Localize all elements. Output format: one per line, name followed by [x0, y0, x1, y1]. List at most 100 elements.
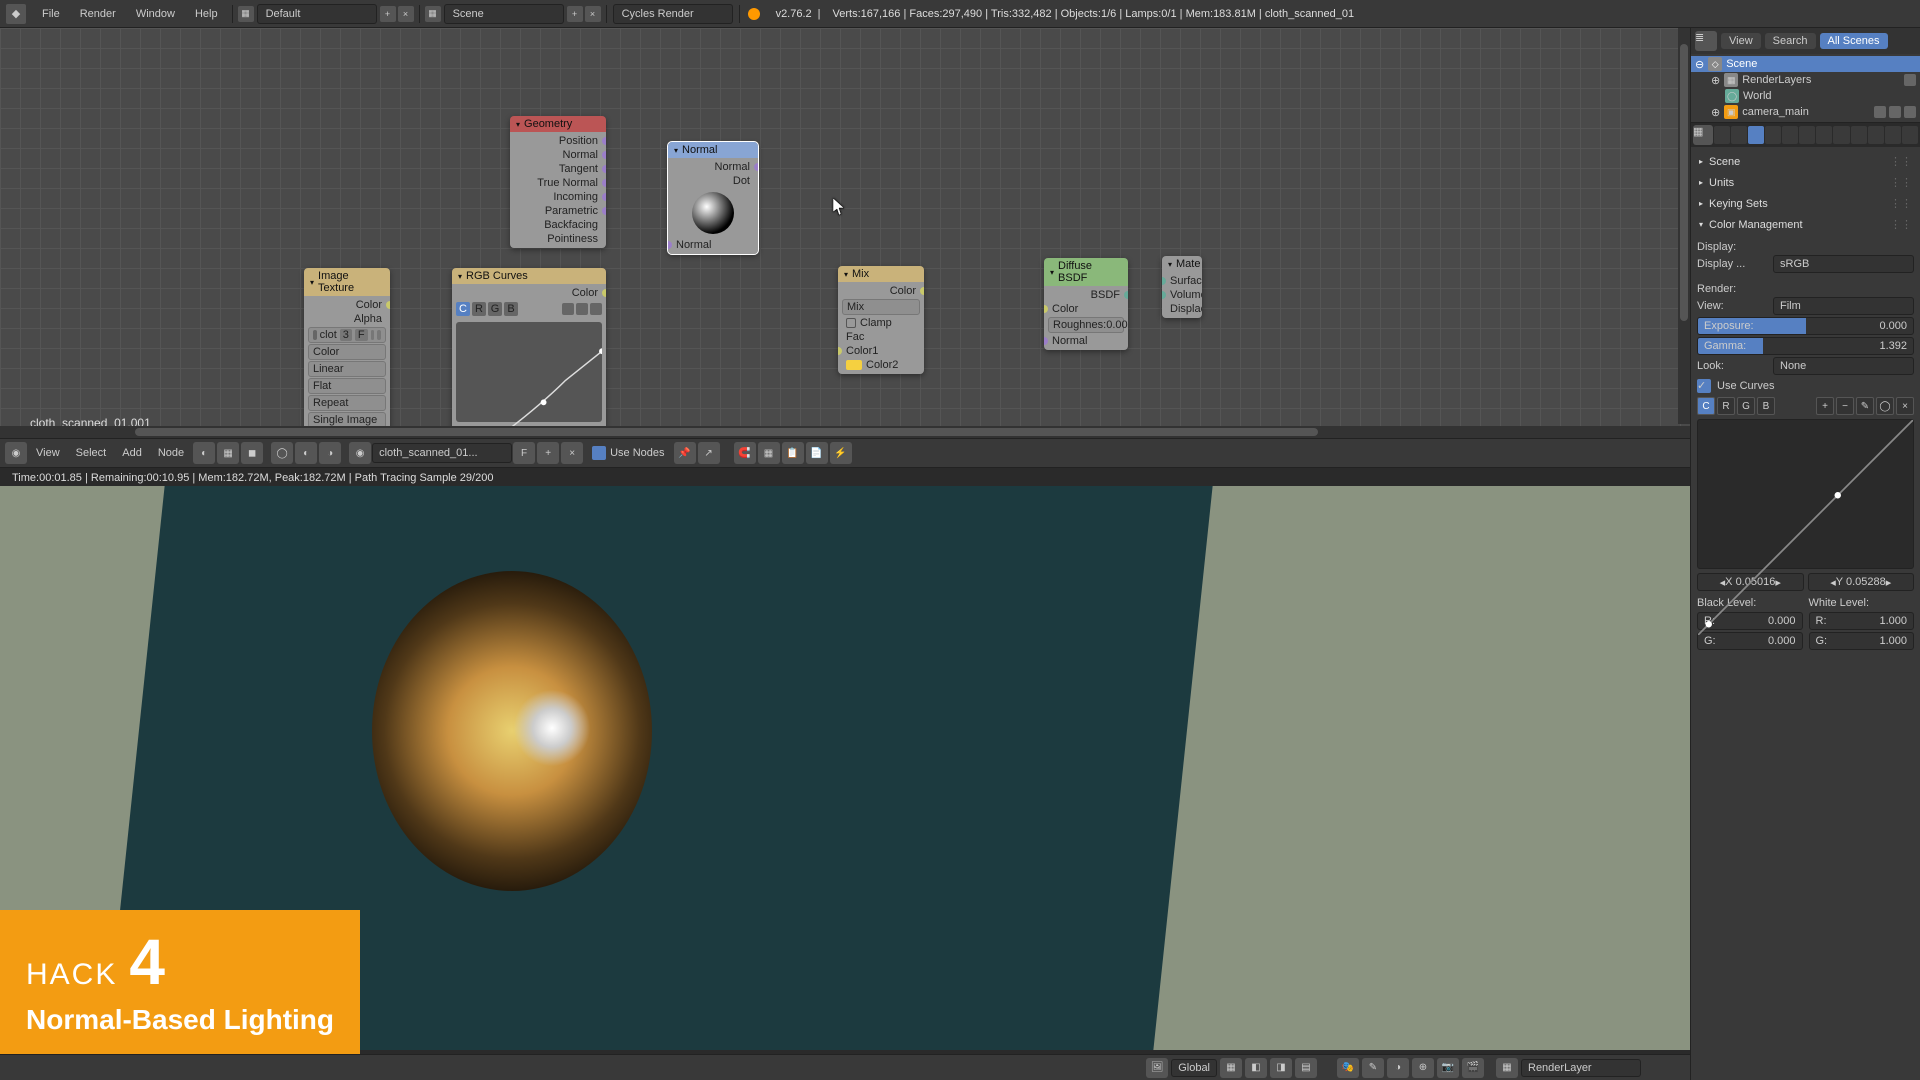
zoom-in-icon[interactable]: [562, 303, 574, 315]
color-curve-widget[interactable]: [1697, 419, 1914, 569]
renderlayer-dropdown[interactable]: RenderLayer: [1521, 1059, 1641, 1077]
tree-item-scene[interactable]: ⊖◇Scene: [1691, 56, 1920, 72]
tree-item-world[interactable]: ◯World: [1691, 88, 1920, 104]
node-editor-hscroll[interactable]: [0, 426, 1690, 438]
tab-texture[interactable]: [1868, 126, 1884, 144]
unlink-mat-icon[interactable]: ×: [561, 442, 583, 464]
shader-type-icon[interactable]: ▦: [217, 442, 239, 464]
editor-type-icon[interactable]: ◉: [5, 442, 27, 464]
use-curves-checkbox[interactable]: ✓Use Curves: [1697, 379, 1914, 393]
pin-icon[interactable]: 📌: [674, 442, 696, 464]
channel-c[interactable]: C: [1697, 397, 1715, 415]
tab-world[interactable]: [1765, 126, 1781, 144]
orientation-dropdown[interactable]: Global: [1171, 1059, 1217, 1077]
normal-sphere-widget[interactable]: [692, 192, 734, 234]
tab-particles[interactable]: [1885, 126, 1901, 144]
render-icon[interactable]: [1904, 106, 1916, 118]
camera-icon[interactable]: 📷: [1437, 1058, 1459, 1078]
material-name-field[interactable]: cloth_scanned_01...: [372, 443, 512, 463]
panel-scene[interactable]: ▸Scene⋮⋮: [1697, 151, 1914, 172]
menu-add[interactable]: Add: [114, 438, 150, 468]
channel-r[interactable]: R: [1717, 397, 1735, 415]
eye-icon[interactable]: [1874, 106, 1886, 118]
use-nodes-checkbox[interactable]: [592, 446, 606, 460]
rgb-curve-widget[interactable]: [456, 322, 602, 422]
object-mat-icon[interactable]: ◯: [271, 442, 293, 464]
node-normal[interactable]: ▾Normal Normal Dot Normal: [668, 142, 758, 254]
snap-type-icon[interactable]: ▦: [758, 442, 780, 464]
go-parent-icon[interactable]: ↗: [698, 442, 720, 464]
layout-x-icon[interactable]: ×: [398, 6, 414, 22]
scene-plus-icon[interactable]: +: [567, 6, 583, 22]
tab-data[interactable]: [1833, 126, 1849, 144]
menu-window[interactable]: Window: [126, 0, 185, 28]
panel-units[interactable]: ▸Units⋮⋮: [1697, 172, 1914, 193]
node-rgb-curves[interactable]: ▾RGB Curves Color C R G B: [452, 268, 606, 438]
snap-icon[interactable]: ◨: [1270, 1058, 1292, 1078]
paste-nodes-icon[interactable]: 📄: [806, 442, 828, 464]
tab-physics[interactable]: [1902, 126, 1918, 144]
screen-layout-dropdown[interactable]: Default: [257, 4, 377, 24]
cursor-icon[interactable]: [1889, 106, 1901, 118]
properties-panel[interactable]: ▸Scene⋮⋮ ▸Units⋮⋮ ▸Keying Sets⋮⋮ ▾Color …: [1691, 147, 1920, 1080]
render-engine-dropdown[interactable]: Cycles Render: [613, 4, 733, 24]
outliner-tree[interactable]: ⊖◇Scene ⊕▦RenderLayers ◯World ⊕▣camera_m…: [1691, 54, 1920, 122]
image-editor[interactable]: Time:00:01.85 | Remaining:00:10.95 | Mem…: [0, 468, 1690, 1080]
snap-icon[interactable]: ◧: [1245, 1058, 1267, 1078]
unlink-icon[interactable]: [377, 330, 381, 340]
tab-constraints[interactable]: [1799, 126, 1815, 144]
menu-file[interactable]: File: [32, 0, 70, 28]
zoom-in-icon[interactable]: +: [1816, 397, 1834, 415]
node-mix[interactable]: ▾Mix Color Mix Clamp Fac Color1 Color2: [838, 266, 924, 374]
node-geometry[interactable]: ▾Geometry Position Normal Tangent True N…: [510, 116, 606, 248]
panel-keyingsets[interactable]: ▸Keying Sets⋮⋮: [1697, 193, 1914, 214]
scene-browse-icon[interactable]: ▦: [425, 6, 441, 22]
gamma-slider[interactable]: Gamma:1.392: [1697, 337, 1914, 355]
tools-icon[interactable]: ✎: [1856, 397, 1874, 415]
display-device-dropdown[interactable]: sRGB: [1773, 255, 1914, 273]
copy-nodes-icon[interactable]: 📋: [782, 442, 804, 464]
pivot-icon[interactable]: ▦: [1220, 1058, 1242, 1078]
channel-g[interactable]: G: [1737, 397, 1755, 415]
tab-scene[interactable]: [1748, 126, 1764, 144]
tools-icon[interactable]: [590, 303, 602, 315]
zoom-out-icon[interactable]: [576, 303, 588, 315]
fake-user-button[interactable]: F: [513, 442, 535, 464]
scene-x-icon[interactable]: ×: [585, 6, 601, 22]
node-editor-vscroll[interactable]: [1678, 28, 1690, 424]
menu-view[interactable]: View: [28, 438, 68, 468]
clapper-icon[interactable]: 🎬: [1462, 1058, 1484, 1078]
clip-icon[interactable]: ◯: [1876, 397, 1894, 415]
outliner-allscenes-btn[interactable]: All Scenes: [1820, 33, 1888, 49]
layout-add-icon[interactable]: ▦: [238, 6, 254, 22]
world-mat-icon[interactable]: ◐: [295, 442, 317, 464]
menu-node[interactable]: Node: [150, 438, 192, 468]
editor-type-icon[interactable]: 🖼: [1146, 1058, 1168, 1078]
snap-icon[interactable]: 🧲: [734, 442, 756, 464]
slot-icon[interactable]: ▦: [1496, 1058, 1518, 1078]
exposure-slider[interactable]: Exposure:0.000: [1697, 317, 1914, 335]
node-material-output[interactable]: ▾Mate Surface Volume Displac: [1162, 256, 1202, 318]
node-image-texture[interactable]: ▾Image Texture Color Alpha clot 3 F Colo…: [304, 268, 390, 438]
tab-renderlayers[interactable]: [1731, 126, 1747, 144]
outliner-search-btn[interactable]: Search: [1765, 33, 1816, 49]
snap-icon[interactable]: ▤: [1295, 1058, 1317, 1078]
zoom-out-icon[interactable]: −: [1836, 397, 1854, 415]
tree-item-camera[interactable]: ⊕▣camera_main: [1691, 104, 1920, 120]
menu-render[interactable]: Render: [70, 0, 126, 28]
open-icon[interactable]: [371, 330, 375, 340]
restrict-icon[interactable]: [1904, 74, 1916, 86]
scene-dropdown[interactable]: Scene: [444, 4, 564, 24]
tab-material[interactable]: [1851, 126, 1867, 144]
view-transform-dropdown[interactable]: Film: [1773, 297, 1914, 315]
node-diffuse-bsdf[interactable]: ▾Diffuse BSDF BSDF Color Roughnes:0.000 …: [1044, 258, 1128, 350]
tab-modifiers[interactable]: [1816, 126, 1832, 144]
extra-icon[interactable]: ◑: [1387, 1058, 1409, 1078]
node-editor[interactable]: ▾Geometry Position Normal Tangent True N…: [0, 28, 1690, 438]
mat-browse-icon[interactable]: ◉: [349, 442, 371, 464]
image-browse-icon[interactable]: [313, 330, 317, 340]
blender-logo-icon[interactable]: ◆: [6, 4, 26, 24]
editor-type-icon[interactable]: ≣: [1695, 31, 1717, 51]
tree-item-renderlayers[interactable]: ⊕▦RenderLayers: [1691, 72, 1920, 88]
lamp-mat-icon[interactable]: ◑: [319, 442, 341, 464]
